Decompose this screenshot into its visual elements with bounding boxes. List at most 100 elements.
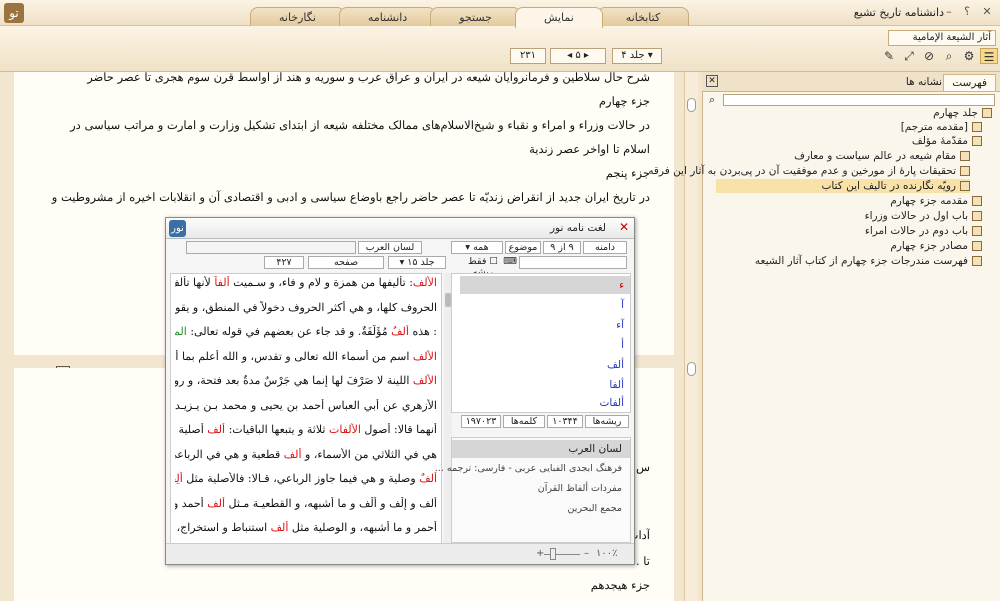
prev-page-icon[interactable]: ▸	[584, 50, 589, 61]
tab-contents[interactable]: فهرست	[943, 74, 996, 91]
toc-item[interactable]: مصادر جزء چهارم	[890, 239, 982, 253]
dictionary-list-item[interactable]: فرهنگ ابجدی الفبایی عربی - فارسی: ترجمه …	[435, 460, 622, 478]
volume-select[interactable]: جلد ۴ ▾	[612, 48, 662, 64]
dialog-title-bar[interactable]: نور لغت نامه نور ✕	[166, 218, 634, 239]
search-icon[interactable]: ⌕	[940, 48, 958, 64]
tag-icon[interactable]: ⊘	[920, 48, 938, 64]
list-icon[interactable]: ☰	[980, 48, 998, 64]
word-list: ء آ آء أ ألف ألفا ألفات	[451, 273, 631, 413]
root-only-checkbox[interactable]: ☐ فقط ریشه	[461, 256, 505, 278]
zoom-slider[interactable]	[550, 548, 556, 560]
close-panel-icon[interactable]: ✕	[706, 75, 718, 87]
dictionary-list-item[interactable]: مفردات ألفاظ القرآن	[538, 480, 622, 498]
toc-item[interactable]: باب اول در حالات وزراء	[865, 209, 982, 223]
expand-icon[interactable]: ⤢	[900, 48, 918, 64]
word-list-item[interactable]: آء	[464, 316, 624, 334]
page-input[interactable]: ◂ ۵ ▸	[550, 48, 606, 64]
tab-library[interactable]: کتابخانه	[596, 7, 690, 27]
section-icon	[972, 211, 982, 221]
doc-heading: جزء چهارم	[598, 94, 650, 108]
highlighted-term: أَلفاً	[214, 276, 230, 289]
entry-line: أَلف و إِلْف و أَلْف و ما أَشبهه، و القط…	[175, 497, 437, 510]
minimize-button[interactable]: –	[942, 5, 956, 19]
entry-text-segment: أَلف و إِلْف و أَلْف و ما أَشبهه، و القط…	[225, 496, 437, 510]
highlighted-term: الأَلف	[412, 276, 437, 289]
section-icon	[972, 136, 982, 146]
title-bar: تو ؟ – ✕ دانشنامه تاریخ تشیع کتابخانه نم…	[0, 0, 1000, 28]
toc-item[interactable]: فهرست مندرجات جزء چهارم از کتاب آثار الش…	[755, 254, 982, 268]
entry-line: أَنهما قالا: أُصول الأَلفات ثلاثة و يتبع…	[175, 423, 437, 436]
entry-text-segment: أَحمد و	[175, 496, 208, 510]
word-list-item[interactable]: ألفا	[464, 376, 624, 394]
entry-pane: لسان العرب جلد ۱۵ ▾ صفحه ۴۲۷ الأَلف: تأل…	[170, 241, 452, 563]
tab-bookmarks[interactable]: نشانه ها	[898, 74, 950, 91]
entry-text-segment: اسم من أَسماء الله تعالى و تقدس، و الله …	[175, 349, 413, 363]
highlighted-term: أَلف	[283, 447, 302, 461]
toc-item[interactable]: مقدّمهٔ مؤلف	[912, 134, 982, 148]
toc-label: جلد چهارم	[933, 107, 978, 119]
entry-page-value[interactable]: ۴۲۷	[264, 256, 304, 269]
highlighted-term: أَلف	[207, 423, 226, 436]
word-list-item[interactable]: ألف	[464, 356, 624, 374]
tab-view[interactable]: نمایش	[514, 7, 603, 28]
page-icon	[960, 151, 970, 161]
toc-item[interactable]: [مقدمه مترجم]	[901, 120, 982, 134]
word-list-item[interactable]: أ	[464, 336, 624, 354]
gear-icon[interactable]: ⚙	[960, 48, 978, 64]
toc-search-input[interactable]	[723, 94, 995, 106]
words-label: کلمه‌ها	[503, 415, 545, 428]
close-icon[interactable]: ✕	[619, 220, 629, 234]
toc-label: مقام شیعه در عالم سیاست و معارف	[794, 150, 956, 162]
page-label: صفحه	[333, 257, 359, 268]
doc-heading: جزء پنجم	[605, 166, 650, 180]
tab-search[interactable]: جستجو	[430, 7, 521, 27]
toc-label: باب اول در حالات وزراء	[864, 210, 968, 222]
entry-line: الأَلف اللينة لا صَرْفَ لها إِنما هي جَر…	[175, 374, 437, 387]
scroll-thumb[interactable]	[687, 362, 696, 376]
entry-volume[interactable]: جلد ۱۵ ▾	[388, 256, 446, 269]
toolbar: آثار الشیعة الإمامیة جلد ۴ ▾ ◂ ۵ ▸ ۲۳۱ ☰…	[0, 26, 1000, 72]
main-tabs: کتابخانه نمایش جستجو دانشنامه نگارخانه	[250, 7, 690, 28]
toc-item[interactable]: مقدمه جزء چهارم	[890, 194, 982, 208]
document-scrollbar[interactable]	[684, 72, 698, 601]
entry-text-segment: : هذه	[408, 325, 437, 338]
volume-label: جلد	[420, 257, 435, 268]
tools-icon[interactable]: ✎	[880, 48, 898, 64]
keyboard-icon[interactable]: ⌨	[503, 256, 517, 269]
section-icon	[972, 226, 982, 236]
entry-text-segment: أَصلية و	[175, 423, 204, 436]
highlighted-term: الأَلف	[412, 374, 437, 387]
tab-encyclopedia[interactable]: دانشنامه	[338, 7, 437, 27]
dictionary-list-item[interactable]: لسان العرب	[452, 440, 630, 458]
tab-gallery[interactable]: نگارخانه	[250, 7, 345, 27]
toc-item[interactable]: مقام شیعه در عالم سیاست و معارف	[794, 149, 970, 163]
dictionary-name-field[interactable]: لسان العرب	[358, 241, 422, 254]
zoom-out-icon[interactable]: –	[584, 548, 589, 559]
scope-select[interactable]: دامنه	[583, 241, 627, 254]
highlighted-term: أَلفٌ	[391, 325, 409, 338]
topic-select[interactable]: همه ▾	[451, 241, 503, 254]
toc-item-selected[interactable]: رویّه نگارنده در تالیف این کتاب	[716, 179, 970, 193]
help-button[interactable]: ؟	[960, 5, 974, 19]
word-list-item[interactable]: ء	[460, 276, 630, 294]
entry-text-segment: الأَزهري عن أَبي العباس أَحمد بن يحيى و …	[175, 398, 437, 412]
toc-item[interactable]: باب دوم در حالات امراء	[865, 224, 982, 238]
entry-text-segment: : تأليفها من همزة و لام و فاء، و سـميت	[229, 276, 413, 289]
word-list-item[interactable]: ألفات	[464, 394, 624, 412]
section-icon	[972, 241, 982, 251]
book-breadcrumb[interactable]: آثار الشیعة الإمامیة	[888, 30, 996, 46]
dictionary-list-item[interactable]: مجمع البحرين	[568, 500, 622, 518]
toc-item[interactable]: جلد چهارم	[933, 106, 992, 120]
close-icon[interactable]: ✕	[978, 5, 996, 19]
word-search-input[interactable]	[519, 256, 627, 269]
entry-text-segment: أَحمر و ما أَشبهه، و الوصلية مثل	[288, 521, 437, 534]
toc-item[interactable]: تحقیقات پارهٔ از مورخین و عدم موفقیت آن …	[648, 164, 970, 178]
next-page-icon[interactable]: ◂	[567, 50, 572, 61]
doc-line: شرح حال سلاطین و فرمانروایان شیعه در ایر…	[87, 70, 650, 84]
highlighted-term: أَلف	[270, 521, 289, 534]
page-icon	[960, 166, 970, 176]
word-list-item[interactable]: آ	[464, 296, 624, 314]
entry-text-segment: اللينة لا صَرْفَ لها إِنما هي جَرْسٌ مدة…	[175, 374, 413, 387]
scroll-thumb[interactable]	[687, 98, 696, 112]
